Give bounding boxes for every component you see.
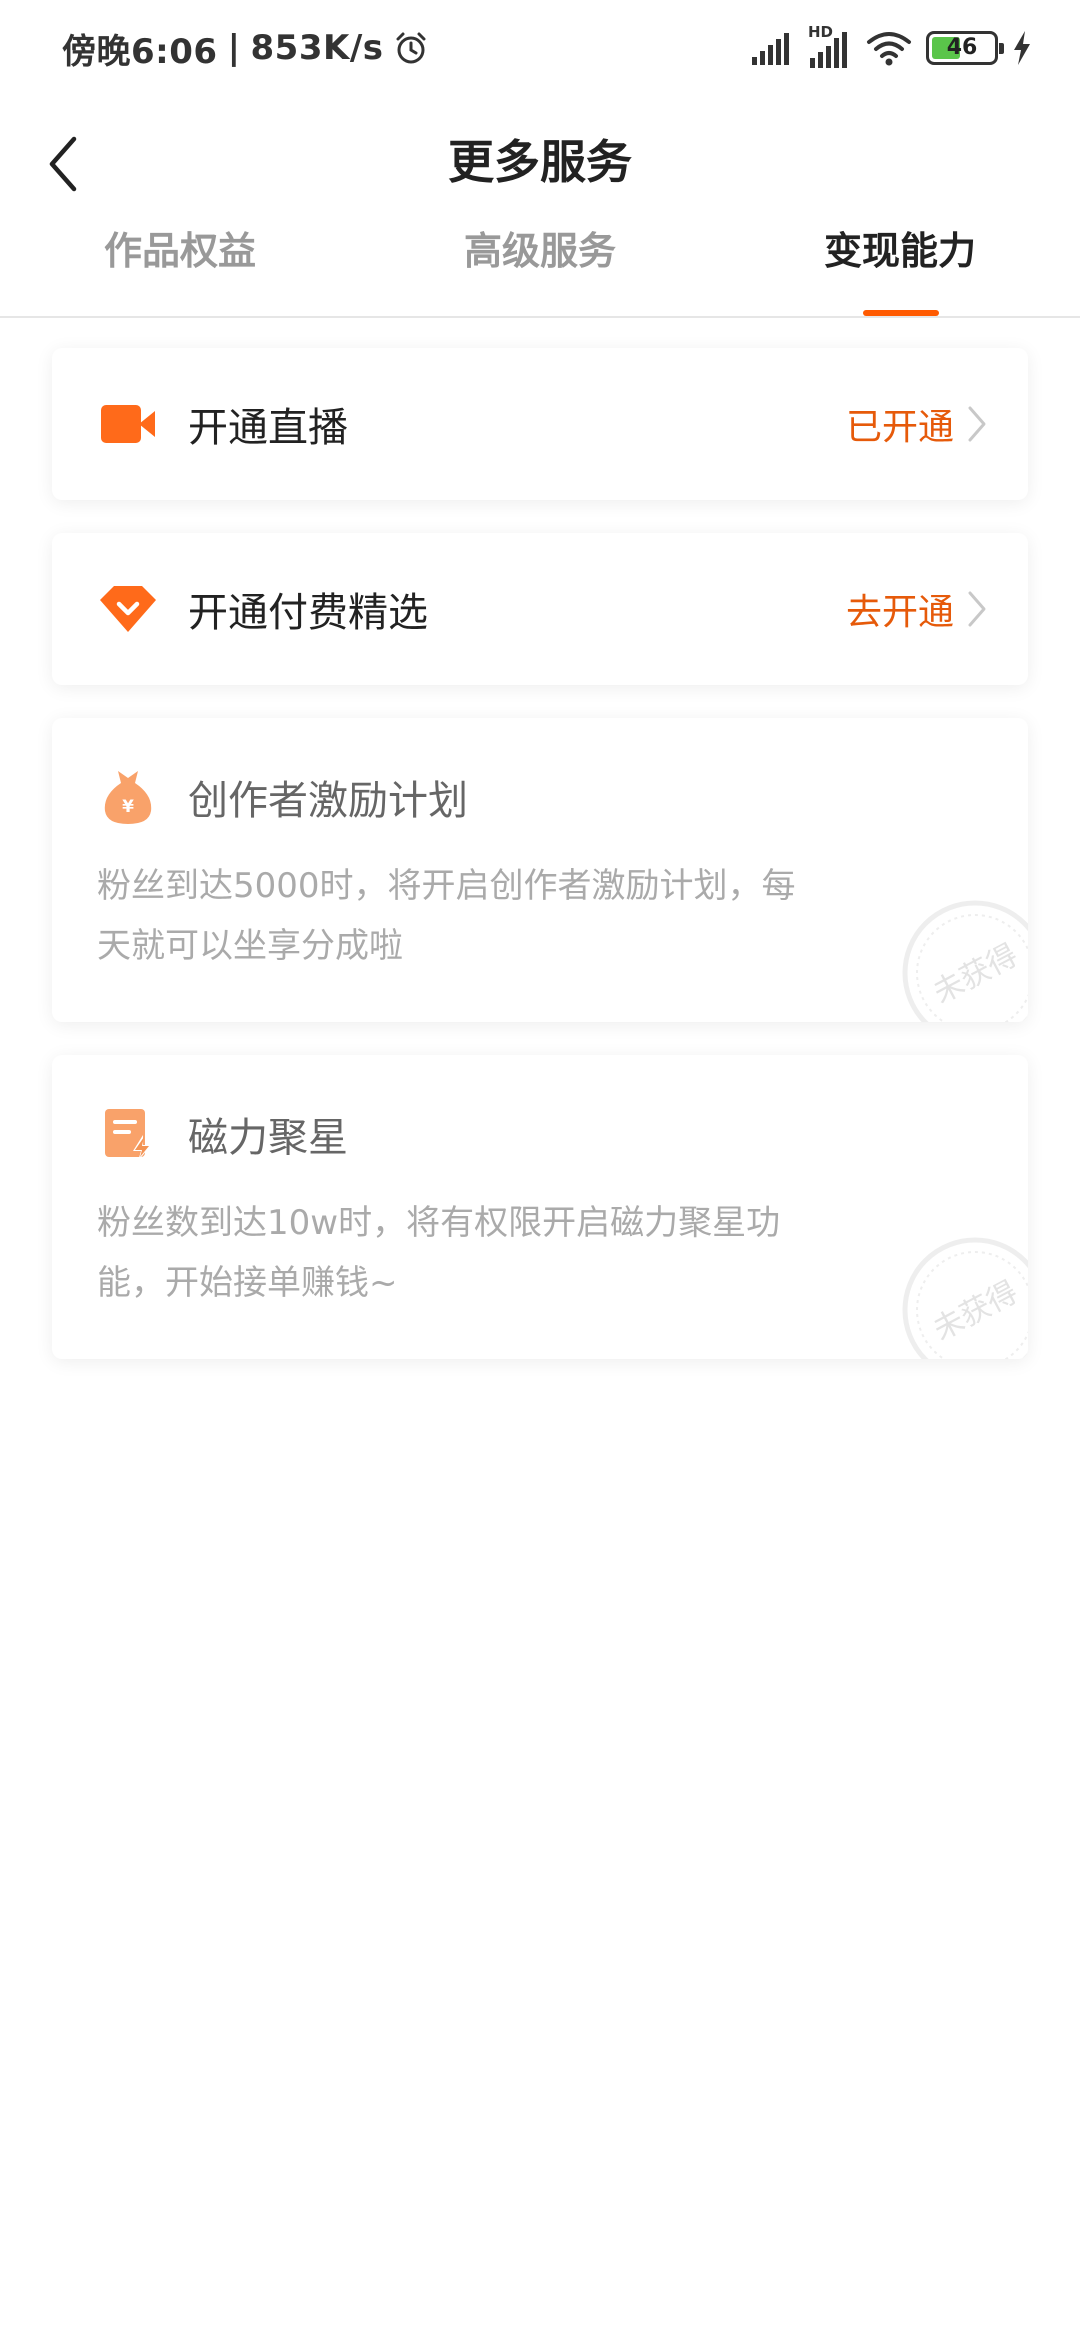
card-head: 磁力聚星 (52, 1055, 1028, 1163)
status-bar: 傍晚6:06 | 853K/s HD 46 (0, 0, 1080, 96)
stamp-not-obtained: 未获得 (902, 1237, 1028, 1359)
card-description: 粉丝数到达10w时，将有权限开启磁力聚星功能，开始接单赚钱~ (97, 1203, 781, 1303)
money-bag-icon: ¥ (104, 771, 152, 824)
stamp-not-obtained: 未获得 (902, 900, 1028, 1022)
tab-active-indicator (863, 310, 939, 316)
card-icon: ¥ (100, 769, 156, 825)
battery-level: 46 (946, 35, 978, 60)
chevron-left-icon (49, 136, 77, 192)
diamond-icon (100, 586, 156, 632)
stamp-label: 未获得 (928, 1275, 1024, 1348)
card-creator-incentive: ¥ 创作者激励计划 粉丝到达5000时，将开启创作者激励计划，每天就可以坐享分成… (52, 718, 1028, 1022)
document-lightning-icon (105, 1109, 151, 1161)
alarm-clock-icon (396, 32, 426, 64)
signal-bars-hd: HD (808, 24, 852, 68)
card-title: 磁力聚星 (188, 1115, 348, 1161)
lightning-bolt-icon (1014, 31, 1030, 65)
tab-advanced-services[interactable]: 高级服务 (360, 200, 720, 316)
status-time: 傍晚6:06 (62, 31, 218, 72)
status-right: HD 46 (752, 24, 1032, 72)
card-head: ¥ 创作者激励计划 (52, 718, 1028, 826)
card-status: 去开通 (845, 592, 954, 633)
status-left: 傍晚6:06 | 853K/s (62, 22, 429, 74)
signal-bars-icon (752, 33, 789, 65)
card-status: 已开通 (845, 407, 954, 448)
battery-icon: 46 (926, 31, 1004, 65)
card-title: 开通付费精选 (188, 590, 428, 636)
card-title: 开通直播 (188, 405, 348, 451)
tab-monetization[interactable]: 变现能力 (720, 200, 1080, 316)
signal-bars-hd-icon (810, 32, 847, 68)
chevron-right-icon (968, 591, 986, 627)
card-live-streaming[interactable]: 开通直播 已开通 (52, 348, 1028, 500)
stamp-label: 未获得 (928, 938, 1024, 1011)
back-button[interactable] (28, 124, 100, 204)
video-camera-icon (101, 405, 155, 443)
card-title: 创作者激励计划 (188, 778, 468, 824)
card-paid-selection[interactable]: 开通付费精选 去开通 (52, 533, 1028, 685)
wifi-icon (867, 32, 911, 66)
card-icon (100, 1106, 156, 1162)
status-separator: | (227, 28, 241, 68)
card-description: 粉丝到达5000时，将开启创作者激励计划，每天就可以坐享分成啦 (97, 866, 796, 966)
card-icon (100, 581, 156, 637)
card-row: 开通付费精选 去开通 (52, 533, 1028, 685)
card-magnetic-star: 磁力聚星 粉丝数到达10w时，将有权限开启磁力聚星功能，开始接单赚钱~ 未获得 (52, 1055, 1028, 1359)
card-icon (100, 396, 156, 452)
card-row: 开通直播 已开通 (52, 348, 1028, 500)
tab-bar: 作品权益 高级服务 变现能力 (0, 200, 1080, 318)
network-speed: 853K/s (250, 28, 384, 68)
chevron-right-icon (968, 406, 986, 442)
tab-works-rights[interactable]: 作品权益 (0, 200, 360, 316)
svg-text:¥: ¥ (122, 797, 134, 817)
